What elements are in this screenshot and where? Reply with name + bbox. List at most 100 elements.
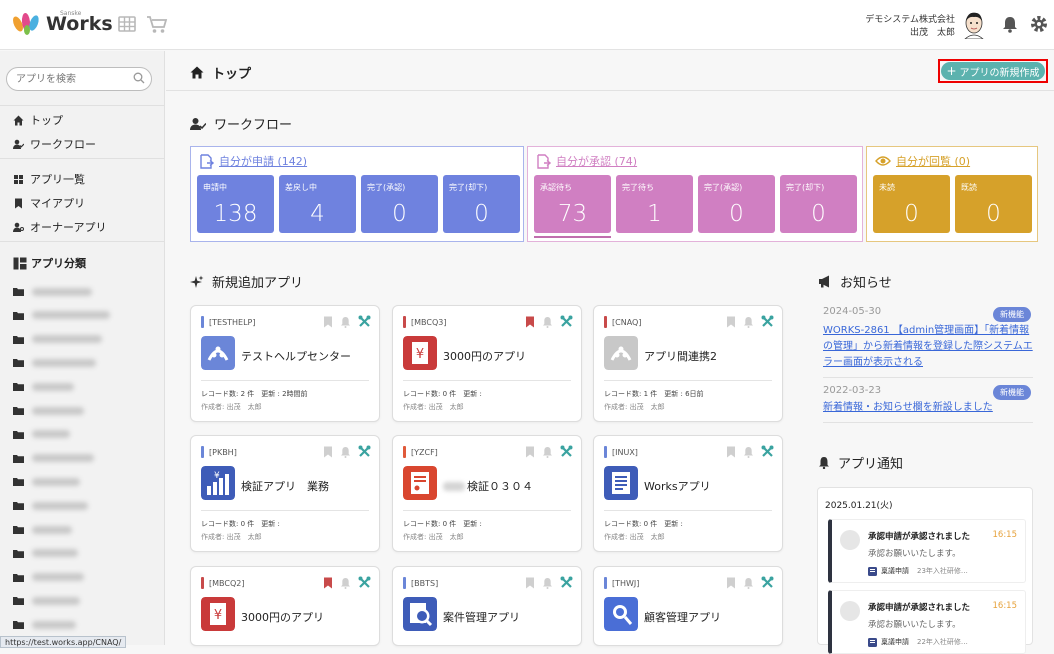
folder-icon — [13, 335, 24, 344]
bookmark-icon[interactable] — [323, 316, 333, 328]
sidebar-folder[interactable] — [13, 287, 92, 296]
workflow-tile[interactable]: 完了(承認) 0 — [698, 175, 775, 233]
bell-icon[interactable] — [743, 577, 754, 589]
sidebar-folder[interactable] — [13, 358, 96, 368]
app-card[interactable]: [YZCF] 検証０３０４ レコード数: 0 件 更新 : 作成者: 出茂 太郎 — [392, 435, 582, 552]
workflow-tile[interactable]: 差戻し中 4 — [279, 175, 356, 233]
bell-icon[interactable] — [340, 316, 351, 328]
user-name: 出茂 太郎 — [909, 28, 955, 38]
app-card[interactable]: [BBTS] 案件管理アプリ — [392, 566, 582, 646]
app-code-text: [PKBH] — [209, 447, 237, 457]
notification-panel: 2025.01.21(火) 承認申請が承認されました 16:15 承認お願いいた… — [817, 487, 1033, 654]
cart-icon[interactable] — [146, 15, 168, 35]
category-icon — [13, 257, 27, 269]
sidebar-item-workflow[interactable]: ワークフロー — [13, 136, 96, 152]
news-link[interactable]: 新着情報・お知らせ欄を新設しました — [823, 400, 1033, 416]
tools-icon[interactable] — [560, 445, 573, 458]
new-apps-section-title: 新規追加アプリ — [190, 272, 303, 291]
sidebar-item-top[interactable]: トップ — [13, 112, 63, 128]
app-card[interactable]: [INUX] Worksアプリ レコード数: 0 件 更新 : 作成者: 出茂 太郎 — [593, 435, 783, 552]
app-card[interactable]: [THWJ] 顧客管理アプリ — [593, 566, 783, 646]
bookmark-icon[interactable] — [323, 446, 333, 458]
sidebar-folder[interactable] — [13, 311, 110, 320]
gear-icon[interactable] — [1030, 15, 1048, 33]
app-card[interactable]: [MBCQ2] ¥3000円のアプリ — [190, 566, 380, 646]
sidebar-item-app-list[interactable]: アプリ一覧 — [13, 171, 85, 187]
sidebar-folder[interactable] — [13, 620, 76, 630]
sidebar-folder[interactable] — [13, 454, 94, 463]
notification-app: 稟議申請 — [881, 567, 909, 575]
workflow-tile[interactable]: 既読 0 — [955, 175, 1032, 233]
workflow-group: 自分が承認 (74) 承認待ち 73 完了待ち 1 完了(承認) 0 完了(却下) 0 — [527, 146, 863, 242]
notification-date: 2025.01.21(火) — [825, 501, 893, 511]
notification-item[interactable]: 承認申請が承認されました 16:15 承認お願いいたします。 稟議申請 22年入… — [828, 590, 1026, 654]
avatar[interactable] — [962, 11, 986, 39]
sidebar-folder[interactable] — [13, 335, 102, 344]
sidebar-folder[interactable] — [13, 406, 84, 415]
sidebar-folder[interactable] — [13, 430, 70, 439]
bookmark-icon[interactable] — [726, 446, 736, 458]
app-name: 顧客管理アプリ — [644, 609, 721, 625]
tools-icon[interactable] — [358, 315, 371, 328]
workflow-tile[interactable]: 完了(却下) 0 — [443, 175, 520, 233]
table-icon[interactable] — [118, 15, 136, 33]
bookmark-icon[interactable] — [323, 577, 333, 589]
app-card[interactable]: [MBCQ3] ¥3000円のアプリ レコード数: 0 件 更新 : 作成者: 出茂 … — [392, 305, 582, 422]
tools-icon[interactable] — [560, 315, 573, 328]
workflow-group-link[interactable]: 自分が申請 (142) — [199, 153, 307, 169]
app-card[interactable]: [CNAQ] アプリ間連携2 レコード数: 1 件 更新 : 6日前 作成者: 出茂 … — [593, 305, 783, 422]
logo[interactable]: Sanske Works — [12, 10, 113, 36]
sidebar-folder[interactable] — [13, 596, 80, 606]
workflow-group-link[interactable]: 自分が承認 (74) — [536, 153, 637, 169]
new-app-button[interactable]: + アプリの新規作成 — [941, 62, 1045, 80]
user-info[interactable]: デモシステム株式会社 出茂 太郎 — [865, 14, 955, 40]
bell-icon[interactable] — [340, 446, 351, 458]
tools-icon[interactable] — [761, 445, 774, 458]
bell-icon[interactable] — [542, 446, 553, 458]
tools-icon[interactable] — [761, 315, 774, 328]
tools-icon[interactable] — [761, 576, 774, 589]
workflow-tile[interactable]: 完了(承認) 0 — [361, 175, 438, 233]
sidebar-item-label: オーナーアプリ — [30, 221, 107, 234]
sidebar-folder[interactable] — [13, 382, 74, 392]
workflow-tile[interactable]: 完了待ち 1 — [616, 175, 693, 233]
tools-icon[interactable] — [560, 576, 573, 589]
app-code-text: [BBTS] — [411, 578, 439, 588]
bell-icon[interactable] — [1002, 15, 1018, 33]
app-card[interactable]: [TESTHELP] テストヘルプセンター レコード数: 2 件 更新 : 2時間前… — [190, 305, 380, 422]
divider — [0, 105, 164, 106]
folder-name-blurred — [32, 454, 94, 463]
app-search-input[interactable] — [6, 67, 152, 91]
bell-icon[interactable] — [340, 577, 351, 589]
sidebar-item-my-apps[interactable]: マイアプリ — [13, 195, 85, 211]
sidebar-folder[interactable] — [13, 477, 80, 487]
workflow-group-link[interactable]: 自分が回覧 (0) — [875, 153, 970, 169]
workflow-tile[interactable]: 承認待ち 73 — [534, 175, 611, 233]
sidebar-folder[interactable] — [13, 573, 84, 582]
sidebar-folder[interactable] — [13, 525, 72, 534]
tools-icon[interactable] — [358, 576, 371, 589]
tools-icon[interactable] — [358, 445, 371, 458]
sidebar-folder[interactable] — [13, 549, 78, 558]
bell-icon[interactable] — [542, 577, 553, 589]
bookmark-icon[interactable] — [525, 446, 535, 458]
bookmark-icon[interactable] — [726, 316, 736, 328]
bell-icon[interactable] — [743, 316, 754, 328]
user-avatar-icon — [840, 601, 860, 621]
workflow-tile[interactable]: 完了(却下) 0 — [780, 175, 857, 233]
bookmark-icon[interactable] — [726, 577, 736, 589]
bookmark-icon[interactable] — [525, 577, 535, 589]
page-title: トップ — [190, 63, 251, 82]
news-link[interactable]: WORKS-2861 【admin管理画面】「新着情報の管理」から新着情報を登録… — [823, 323, 1033, 371]
notification-item[interactable]: 承認申請が承認されました 16:15 承認お願いいたします。 稟議申請 23年入… — [828, 519, 1026, 583]
search-icon[interactable] — [133, 72, 145, 84]
bookmark-icon[interactable] — [525, 316, 535, 328]
workflow-tile[interactable]: 申請中 138 — [197, 175, 274, 233]
sidebar-folder[interactable] — [13, 501, 88, 511]
workflow-tile[interactable]: 未読 0 — [873, 175, 950, 233]
folder-name-blurred — [32, 430, 70, 439]
bell-icon[interactable] — [743, 446, 754, 458]
bell-icon[interactable] — [542, 316, 553, 328]
app-card[interactable]: [PKBH] ¥ 検証アプリ 業務 レコード数: 0 件 更新 : 作成者: 出茂 太郎 — [190, 435, 380, 552]
sidebar-item-owner-apps[interactable]: オーナーアプリ — [13, 219, 107, 235]
